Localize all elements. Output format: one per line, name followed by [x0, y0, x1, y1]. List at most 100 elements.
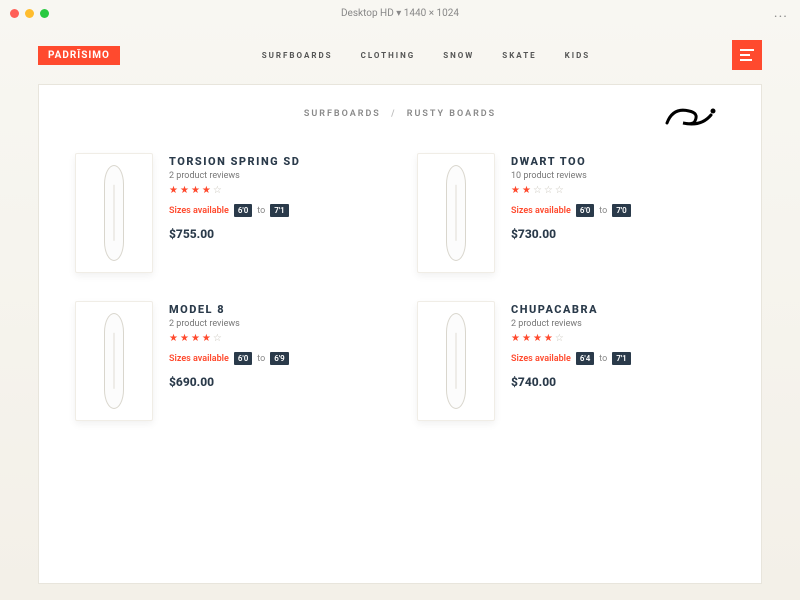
product-thumbnail [75, 153, 153, 273]
breadcrumb-category[interactable]: SURFBOARDS [304, 109, 381, 119]
product-reviews[interactable]: 2 product reviews [169, 171, 383, 181]
size-min: 6'0 [234, 204, 252, 217]
to-label: to [257, 354, 265, 364]
product-sizes: Sizes available 6'0 to 6'9 [169, 352, 383, 365]
breadcrumb-separator: / [391, 109, 396, 119]
close-icon[interactable] [10, 9, 19, 18]
window-controls [10, 9, 49, 18]
sizes-label: Sizes available [169, 354, 229, 364]
product-card[interactable]: MODEL 8 2 product reviews ★★★★☆ Sizes av… [75, 301, 383, 421]
star-icon: ☆ [533, 185, 542, 196]
surfboard-icon [104, 165, 124, 261]
to-label: to [599, 354, 607, 364]
product-name: TORSION SPRING SD [169, 155, 383, 168]
star-icon: ★ [544, 333, 553, 344]
product-price: $730.00 [511, 227, 725, 241]
product-details: MODEL 8 2 product reviews ★★★★☆ Sizes av… [169, 301, 383, 421]
product-thumbnail [417, 301, 495, 421]
product-name: DWART TOO [511, 155, 725, 168]
product-name: MODEL 8 [169, 303, 383, 316]
device-dims: 1440 × 1024 [404, 8, 459, 19]
to-label: to [257, 206, 265, 216]
minimize-icon[interactable] [25, 9, 34, 18]
star-icon: ★ [533, 333, 542, 344]
nav-kids[interactable]: KIDS [565, 51, 591, 60]
product-card[interactable]: CHUPACABRA 2 product reviews ★★★★☆ Sizes… [417, 301, 725, 421]
menu-icon [740, 49, 754, 61]
product-sizes: Sizes available 6'4 to 7'1 [511, 352, 725, 365]
star-icon: ★ [522, 185, 531, 196]
menu-button[interactable] [732, 40, 762, 70]
nav-snow[interactable]: SNOW [443, 51, 474, 60]
to-label: to [599, 206, 607, 216]
size-min: 6'0 [576, 204, 594, 217]
surfboard-icon [446, 165, 466, 261]
size-max: 7'0 [612, 204, 630, 217]
star-icon: ★ [180, 333, 189, 344]
size-min: 6'4 [576, 352, 594, 365]
more-icon[interactable]: ... [774, 5, 788, 21]
titlebar: Desktop HD ▾ 1440 × 1024 ... [0, 0, 800, 26]
star-icon: ★ [511, 185, 520, 196]
star-icon: ☆ [213, 185, 222, 196]
content-frame: SURFBOARDS / RUSTY BOARDS TORSION SPRING… [38, 84, 762, 584]
sizes-label: Sizes available [511, 206, 571, 216]
star-icon: ★ [169, 333, 178, 344]
star-icon: ★ [522, 333, 531, 344]
chevron-down-icon: ▾ [396, 8, 404, 19]
nav-skate[interactable]: SKATE [502, 51, 536, 60]
product-price: $755.00 [169, 227, 383, 241]
star-icon: ★ [191, 185, 200, 196]
star-icon: ★ [180, 185, 189, 196]
sizes-label: Sizes available [169, 206, 229, 216]
breadcrumb-subcategory[interactable]: RUSTY BOARDS [407, 109, 496, 119]
star-rating: ★★☆☆☆ [511, 185, 725, 196]
breadcrumb: SURFBOARDS / RUSTY BOARDS [75, 109, 725, 119]
brand-logo-rusty [665, 103, 719, 135]
star-icon: ☆ [555, 333, 564, 344]
site-header: PADRĪSIMO SURFBOARDS CLOTHING SNOW SKATE… [0, 26, 800, 80]
logo[interactable]: PADRĪSIMO [38, 46, 120, 65]
product-price: $740.00 [511, 375, 725, 389]
product-details: CHUPACABRA 2 product reviews ★★★★☆ Sizes… [511, 301, 725, 421]
product-sizes: Sizes available 6'0 to 7'0 [511, 204, 725, 217]
product-card[interactable]: TORSION SPRING SD 2 product reviews ★★★★… [75, 153, 383, 273]
product-reviews[interactable]: 2 product reviews [169, 319, 383, 329]
product-reviews[interactable]: 2 product reviews [511, 319, 725, 329]
product-sizes: Sizes available 6'0 to 7'1 [169, 204, 383, 217]
product-price: $690.00 [169, 375, 383, 389]
product-details: DWART TOO 10 product reviews ★★☆☆☆ Sizes… [511, 153, 725, 273]
device-name: Desktop HD [341, 8, 394, 19]
nav-clothing[interactable]: CLOTHING [361, 51, 416, 60]
star-icon: ☆ [555, 185, 564, 196]
size-max: 7'1 [270, 204, 288, 217]
surfboard-icon [446, 313, 466, 409]
star-icon: ★ [511, 333, 520, 344]
size-max: 6'9 [270, 352, 288, 365]
star-icon: ★ [169, 185, 178, 196]
product-thumbnail [417, 153, 495, 273]
star-icon: ★ [202, 333, 211, 344]
titlebar-device-selector[interactable]: Desktop HD ▾ 1440 × 1024 [341, 8, 459, 19]
sizes-label: Sizes available [511, 354, 571, 364]
product-thumbnail [75, 301, 153, 421]
product-details: TORSION SPRING SD 2 product reviews ★★★★… [169, 153, 383, 273]
product-name: CHUPACABRA [511, 303, 725, 316]
surfboard-icon [104, 313, 124, 409]
star-icon: ★ [191, 333, 200, 344]
main-nav: SURFBOARDS CLOTHING SNOW SKATE KIDS [262, 51, 591, 60]
maximize-icon[interactable] [40, 9, 49, 18]
product-grid: TORSION SPRING SD 2 product reviews ★★★★… [75, 153, 725, 421]
star-rating: ★★★★☆ [169, 333, 383, 344]
app-window: Desktop HD ▾ 1440 × 1024 ... PADRĪSIMO S… [0, 0, 800, 600]
product-card[interactable]: DWART TOO 10 product reviews ★★☆☆☆ Sizes… [417, 153, 725, 273]
size-max: 7'1 [612, 352, 630, 365]
star-rating: ★★★★☆ [511, 333, 725, 344]
nav-surfboards[interactable]: SURFBOARDS [262, 51, 333, 60]
star-icon: ☆ [213, 333, 222, 344]
product-reviews[interactable]: 10 product reviews [511, 171, 725, 181]
star-icon: ☆ [544, 185, 553, 196]
size-min: 6'0 [234, 352, 252, 365]
star-icon: ★ [202, 185, 211, 196]
star-rating: ★★★★☆ [169, 185, 383, 196]
